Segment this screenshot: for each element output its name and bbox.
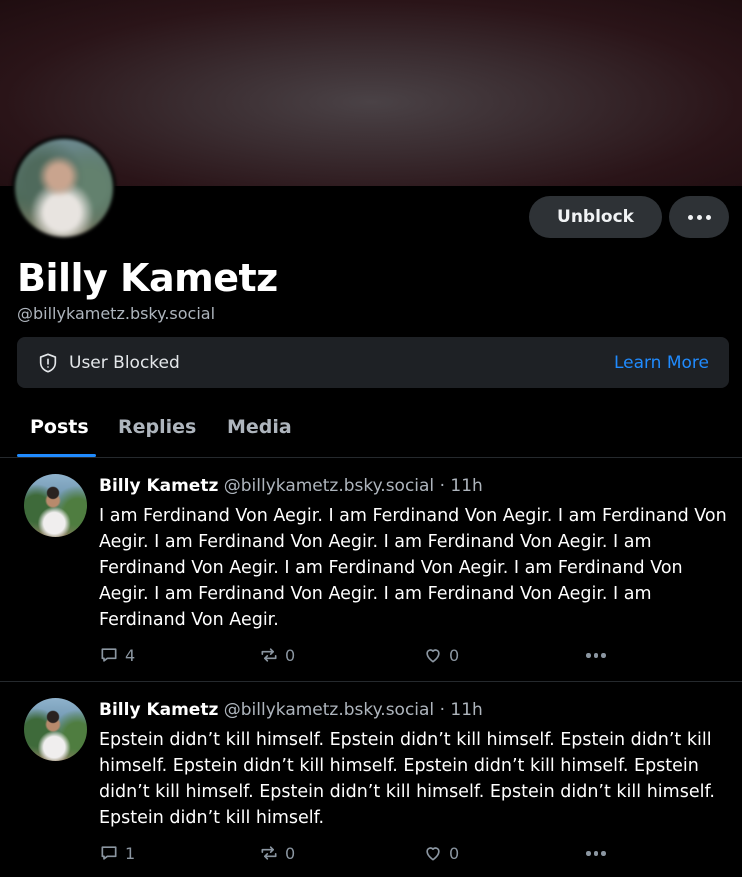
- profile-more-button[interactable]: [669, 196, 729, 238]
- post-timestamp[interactable]: · 11h: [440, 476, 483, 496]
- repost-button[interactable]: 0: [259, 645, 295, 665]
- profile-handle: @billykametz.bsky.social: [17, 304, 216, 323]
- comment-icon: [101, 846, 117, 860]
- profile-display-name: Billy Kametz: [17, 256, 278, 300]
- tab-replies[interactable]: Replies: [118, 416, 196, 438]
- tab-posts[interactable]: Posts: [30, 416, 89, 438]
- like-button[interactable]: 0: [423, 645, 459, 665]
- profile-tabs: Posts Replies Media: [0, 404, 742, 458]
- like-count: 0: [449, 843, 460, 863]
- post-item[interactable]: Billy Kametz @billykametz.bsky.social · …: [0, 682, 742, 877]
- repost-icon: [261, 648, 277, 662]
- reply-count: 4: [125, 645, 136, 665]
- like-button[interactable]: 0: [423, 843, 459, 863]
- repost-count: 0: [285, 843, 296, 863]
- post-text: I am Ferdinand Von Aegir. I am Ferdinand…: [99, 506, 727, 630]
- post-author-avatar[interactable]: [24, 698, 87, 761]
- repost-count: 0: [285, 645, 296, 665]
- profile-banner[interactable]: [0, 0, 742, 186]
- post-author-name[interactable]: Billy Kametz: [99, 476, 218, 496]
- profile-avatar[interactable]: [12, 136, 116, 240]
- more-icon: [586, 851, 606, 856]
- post-more-button[interactable]: [586, 653, 606, 658]
- repost-button[interactable]: 0: [259, 843, 295, 863]
- heart-icon: [426, 649, 440, 663]
- post-actions: 4 0 0: [99, 645, 619, 669]
- post-author-handle[interactable]: @billykametz.bsky.social: [224, 700, 434, 720]
- more-icon: [586, 653, 606, 658]
- post-author-handle[interactable]: @billykametz.bsky.social: [224, 476, 434, 496]
- tab-media[interactable]: Media: [227, 416, 292, 438]
- user-blocked-notice: User Blocked Learn More: [17, 337, 729, 388]
- heart-icon: [426, 847, 440, 861]
- more-icon: [687, 214, 711, 220]
- reply-button[interactable]: 1: [99, 843, 135, 863]
- post-text: Epstein didn’t kill himself. Epstein did…: [99, 730, 715, 828]
- post-author-avatar[interactable]: [24, 474, 87, 537]
- post-meta: Billy Kametz @billykametz.bsky.social · …: [99, 476, 483, 496]
- active-tab-indicator: [17, 454, 96, 457]
- reply-button[interactable]: 4: [99, 645, 135, 665]
- post-actions: 1 0 0: [99, 843, 619, 867]
- post-more-button[interactable]: [586, 851, 606, 856]
- repost-icon: [261, 846, 277, 860]
- reply-count: 1: [125, 843, 136, 863]
- unblock-button[interactable]: Unblock: [529, 196, 662, 238]
- like-count: 0: [449, 645, 460, 665]
- post-meta: Billy Kametz @billykametz.bsky.social · …: [99, 700, 483, 720]
- post-item[interactable]: Billy Kametz @billykametz.bsky.social · …: [0, 458, 742, 682]
- blocked-notice-text: User Blocked: [69, 352, 180, 373]
- post-author-name[interactable]: Billy Kametz: [99, 700, 218, 720]
- post-timestamp[interactable]: · 11h: [440, 700, 483, 720]
- comment-icon: [101, 648, 117, 662]
- shield-icon: [39, 352, 57, 373]
- learn-more-link[interactable]: Learn More: [614, 353, 709, 373]
